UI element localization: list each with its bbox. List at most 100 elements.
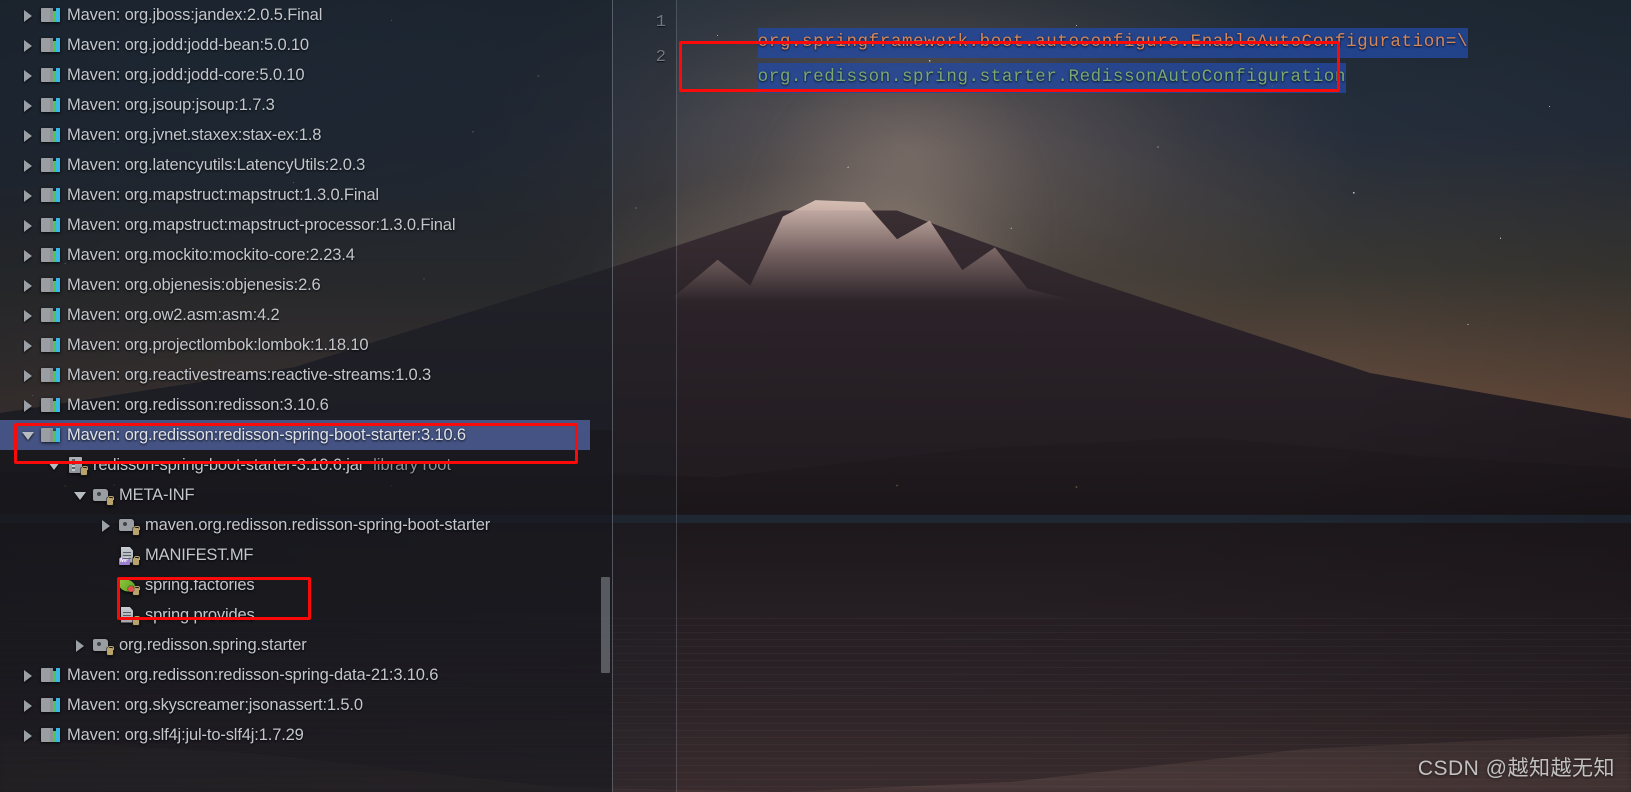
tree-row[interactable]: spring.provides [0, 600, 613, 630]
chevron-right-icon[interactable] [22, 369, 35, 382]
tree-row[interactable]: Maven: org.ow2.asm:asm:4.2 [0, 300, 613, 330]
chevron-right-icon[interactable] [100, 519, 113, 532]
tree-row[interactable]: org.redisson.spring.starter [0, 630, 613, 660]
tree-row[interactable]: Maven: org.jboss:jandex:2.0.5.Final [0, 0, 613, 30]
tree-row-suffix: library root [373, 455, 452, 474]
code-line-2[interactable]: org.redisson.spring.starter.RedissonAuto… [691, 47, 1347, 107]
chevron-right-icon[interactable] [22, 9, 35, 22]
tree-row-label: spring.factories [145, 575, 255, 594]
lock-badge-icon [133, 555, 140, 565]
tree-row[interactable]: META-INF [0, 480, 613, 510]
tree-row[interactable]: Maven: org.skyscreamer:jsonassert:1.5.0 [0, 690, 613, 720]
tree-row-label: Maven: org.jsoup:jsoup:1.7.3 [67, 95, 275, 114]
tree-row-label: MANIFEST.MF [145, 545, 254, 564]
tree-row-label: Maven: org.objenesis:objenesis:2.6 [67, 275, 321, 294]
tree-row-label: Maven: org.projectlombok:lombok:1.18.10 [67, 335, 369, 354]
tree-row-label: Maven: org.slf4j:jul-to-slf4j:1.7.29 [67, 725, 304, 744]
chevron-right-icon[interactable] [22, 159, 35, 172]
tree-row[interactable]: Maven: org.mockito:mockito-core:2.23.4 [0, 240, 613, 270]
chevron-right-icon[interactable] [22, 669, 35, 682]
text-file-icon [119, 607, 140, 625]
chevron-right-icon[interactable] [22, 339, 35, 352]
chevron-right-icon[interactable] [22, 219, 35, 232]
spring-leaf-icon [119, 577, 140, 595]
tree-row[interactable]: Maven: org.redisson:redisson:3.10.6 [0, 390, 613, 420]
manifest-file-icon: MF [119, 547, 140, 565]
chevron-right-icon[interactable] [22, 129, 35, 142]
tree-row[interactable]: maven.org.redisson.redisson-spring-boot-… [0, 510, 613, 540]
gutter-separator [676, 0, 677, 792]
tree-row-label: Maven: org.skyscreamer:jsonassert:1.5.0 [67, 695, 363, 714]
chevron-down-icon[interactable] [48, 459, 61, 472]
tree-row-label: Maven: org.reactivestreams:reactive-stre… [67, 365, 432, 384]
chevron-right-icon[interactable] [22, 39, 35, 52]
tree-row-label: Maven: org.mapstruct:mapstruct-processor… [67, 215, 456, 234]
tree-row-label: Maven: org.latencyutils:LatencyUtils:2.0… [67, 155, 366, 174]
tree-row[interactable]: Maven: org.redisson:redisson-spring-boot… [0, 420, 590, 450]
tree-row[interactable]: Maven: org.jodd:jodd-core:5.0.10 [0, 60, 613, 90]
tree-row-label: Maven: org.jodd:jodd-bean:5.0.10 [67, 35, 309, 54]
tree-row-label: Maven: org.redisson:redisson-spring-boot… [67, 425, 466, 444]
editor-gutter[interactable]: 1 2 [613, 0, 676, 792]
tree-row-label: Maven: org.ow2.asm:asm:4.2 [67, 305, 280, 324]
tree-row[interactable]: Maven: org.mapstruct:mapstruct:1.3.0.Fin… [0, 180, 613, 210]
folder-locked-icon [119, 517, 140, 535]
maven-library-icon [41, 97, 60, 114]
lock-badge-icon [107, 645, 114, 655]
ide-screenshot: Maven: org.jboss:jandex:2.0.5.Final Maven… [0, 0, 1631, 792]
folder-locked-icon [93, 487, 114, 505]
folder-locked-icon [93, 637, 114, 655]
maven-library-icon [41, 397, 60, 414]
maven-library-icon [41, 67, 60, 84]
lock-badge-icon [133, 525, 140, 535]
chevron-right-icon[interactable] [22, 69, 35, 82]
tree-row-label: Maven: org.mockito:mockito-core:2.23.4 [67, 245, 355, 264]
tree-row-label: META-INF [119, 485, 195, 504]
external-libraries-tree[interactable]: Maven: org.jboss:jandex:2.0.5.Final Maven… [0, 0, 613, 792]
tree-row[interactable]: Maven: org.jvnet.staxex:stax-ex:1.8 [0, 120, 613, 150]
tree-row[interactable]: Maven: org.redisson:redisson-spring-data… [0, 660, 613, 690]
chevron-right-icon[interactable] [22, 309, 35, 322]
maven-library-icon [41, 337, 60, 354]
chevron-right-icon[interactable] [22, 249, 35, 262]
tree-row-label: maven.org.redisson.redisson-spring-boot-… [145, 515, 491, 534]
csdn-watermark: CSDN @越知越无知 [1417, 757, 1615, 780]
code-editor[interactable]: 1 2 org.springframework.boot.autoconfigu… [613, 0, 1631, 792]
tree-row[interactable]: Maven: org.projectlombok:lombok:1.18.10 [0, 330, 613, 360]
chevron-right-icon[interactable] [74, 639, 87, 652]
line-number: 1 [655, 13, 666, 32]
tree-row-label: Maven: org.mapstruct:mapstruct:1.3.0.Fin… [67, 185, 379, 204]
chevron-right-icon[interactable] [22, 189, 35, 202]
maven-library-icon [41, 727, 60, 744]
tree-row-label: Maven: org.jodd:jodd-core:5.0.10 [67, 65, 305, 84]
tree-row[interactable]: Maven: org.jodd:jodd-bean:5.0.10 [0, 30, 613, 60]
tree-row[interactable]: Maven: org.slf4j:jul-to-slf4j:1.7.29 [0, 720, 613, 750]
tree-row-label: Maven: org.jvnet.staxex:stax-ex:1.8 [67, 125, 322, 144]
tree-row[interactable]: MF MANIFEST.MF [0, 540, 613, 570]
tree-row[interactable]: Maven: org.objenesis:objenesis:2.6 [0, 270, 613, 300]
chevron-down-icon[interactable] [22, 429, 35, 442]
tree-row[interactable]: Maven: org.latencyutils:LatencyUtils:2.0… [0, 150, 613, 180]
code-line-2-text: org.redisson.spring.starter.RedissonAuto… [757, 63, 1347, 93]
tree-row[interactable]: spring.factories [0, 570, 613, 600]
chevron-right-icon[interactable] [22, 279, 35, 292]
chevron-right-icon[interactable] [22, 399, 35, 412]
chevron-right-icon[interactable] [22, 99, 35, 112]
chevron-down-icon[interactable] [74, 489, 87, 502]
jar-file-icon [67, 456, 88, 475]
tree-row-label: Maven: org.redisson:redisson-spring-data… [67, 665, 439, 684]
chevron-right-icon[interactable] [22, 699, 35, 712]
maven-library-icon [41, 127, 60, 144]
maven-library-icon [41, 307, 60, 324]
tree-row[interactable]: Maven: org.reactivestreams:reactive-stre… [0, 360, 613, 390]
tree-row[interactable]: Maven: org.jsoup:jsoup:1.7.3 [0, 90, 613, 120]
chevron-right-icon[interactable] [22, 729, 35, 742]
project-tree-scrollbar-thumb[interactable] [601, 577, 610, 673]
tree-row[interactable]: redisson-spring-boot-starter-3.10.6.jar l… [0, 450, 613, 480]
maven-library-icon [41, 367, 60, 384]
maven-library-icon [41, 277, 60, 294]
maven-library-icon [41, 157, 60, 174]
tree-row[interactable]: Maven: org.mapstruct:mapstruct-processor… [0, 210, 613, 240]
tree-row-label: spring.provides [145, 605, 255, 624]
line-number: 2 [655, 48, 666, 67]
